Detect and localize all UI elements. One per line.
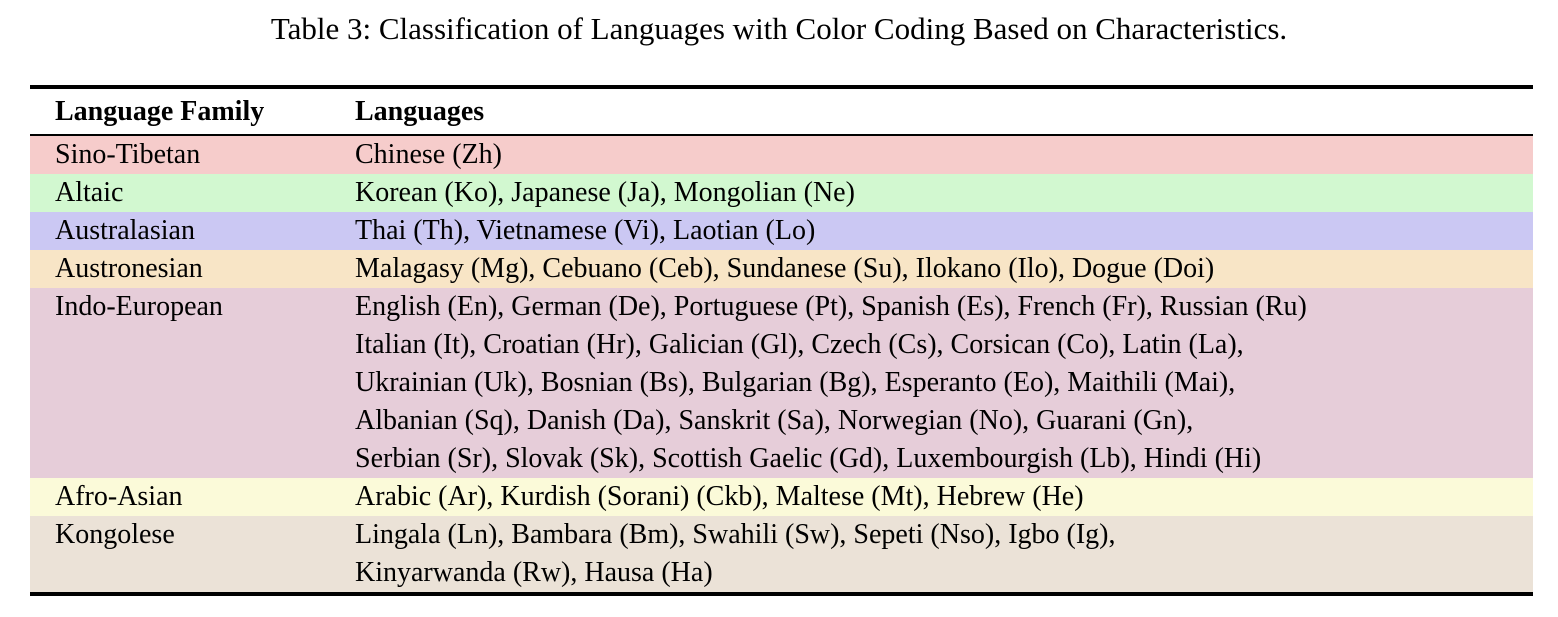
- family-cell: Austronesian: [30, 250, 355, 288]
- family-cell: Indo-European: [30, 288, 355, 478]
- languages-cell: English (En), German (De), Portuguese (P…: [355, 288, 1533, 478]
- table-row-sino-tibetan: Sino-Tibetan Chinese (Zh): [30, 136, 1533, 174]
- languages-cell: Lingala (Ln), Bambara (Bm), Swahili (Sw)…: [355, 516, 1533, 592]
- languages-cell: Chinese (Zh): [355, 136, 1533, 174]
- bottom-rule: [30, 592, 1533, 596]
- languages-cell: Thai (Th), Vietnamese (Vi), Laotian (Lo): [355, 212, 1533, 250]
- family-cell: Altaic: [30, 174, 355, 212]
- language-classification-table: Language Family Languages Sino-Tibetan C…: [30, 85, 1533, 596]
- table-row-kongolese: Kongolese Lingala (Ln), Bambara (Bm), Sw…: [30, 516, 1533, 592]
- languages-cell: Arabic (Ar), Kurdish (Sorani) (Ckb), Mal…: [355, 478, 1533, 516]
- family-cell: Afro-Asian: [30, 478, 355, 516]
- languages-cell: Malagasy (Mg), Cebuano (Ceb), Sundanese …: [355, 250, 1533, 288]
- languages-cell: Korean (Ko), Japanese (Ja), Mongolian (N…: [355, 174, 1533, 212]
- family-cell: Australasian: [30, 212, 355, 250]
- table-row-australasian: Australasian Thai (Th), Vietnamese (Vi),…: [30, 212, 1533, 250]
- table-row-austronesian: Austronesian Malagasy (Mg), Cebuano (Ceb…: [30, 250, 1533, 288]
- document-page: Table 3: Classification of Languages wit…: [0, 0, 1558, 617]
- table-caption: Table 3: Classification of Languages wit…: [0, 0, 1558, 81]
- table-row-indo-european: Indo-European English (En), German (De),…: [30, 288, 1533, 478]
- column-header-languages: Languages: [355, 89, 1533, 134]
- family-cell: Kongolese: [30, 516, 355, 592]
- table-header-row: Language Family Languages: [30, 89, 1533, 134]
- table-row-afro-asian: Afro-Asian Arabic (Ar), Kurdish (Sorani)…: [30, 478, 1533, 516]
- table-row-altaic: Altaic Korean (Ko), Japanese (Ja), Mongo…: [30, 174, 1533, 212]
- column-header-language-family: Language Family: [30, 89, 355, 134]
- family-cell: Sino-Tibetan: [30, 136, 355, 174]
